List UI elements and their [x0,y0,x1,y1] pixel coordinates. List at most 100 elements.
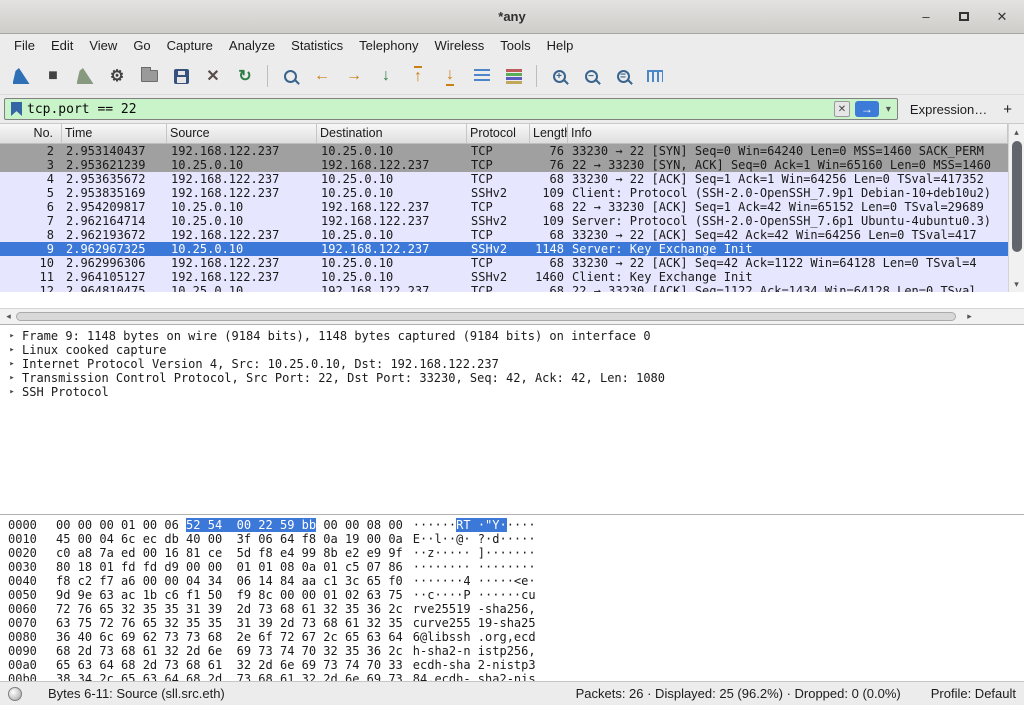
hex-row[interactable]: 0010 45 00 04 6c ec db 40 00 3f 06 64 f8… [8,532,1024,546]
column-header-length[interactable]: Length [530,124,568,143]
packet-row[interactable]: 4 2.953635672 192.168.122.237 10.25.0.10… [0,172,1008,186]
close-button[interactable]: ✕ [990,5,1014,29]
hex-row[interactable]: 0050 9d 9e 63 ac 1b c6 f1 50 f9 8c 00 00… [8,588,1024,602]
packet-list-vertical-scrollbar[interactable]: ▴ ▾ [1008,124,1024,292]
hex-row[interactable]: 0080 36 40 6c 69 62 73 73 68 2e 6f 72 67… [8,630,1024,644]
scroll-left-icon[interactable]: ◂ [1,309,16,323]
status-profile[interactable]: Profile: Default [931,686,1016,701]
detail-row[interactable]: ▸ Internet Protocol Version 4, Src: 10.2… [0,357,1024,371]
packet-row[interactable]: 8 2.962193672 192.168.122.237 10.25.0.10… [0,228,1008,242]
packet-row[interactable]: 3 2.953621239 10.25.0.10 192.168.122.237… [0,158,1008,172]
packet-row[interactable]: 5 2.953835169 192.168.122.237 10.25.0.10… [0,186,1008,200]
start-capture-icon[interactable] [8,63,34,89]
go-to-packet-icon[interactable]: ↓ [373,63,399,89]
go-back-icon[interactable]: ← [309,63,335,89]
menu-capture[interactable]: Capture [159,34,221,58]
detail-row[interactable]: ▸ Frame 9: 1148 bytes on wire (9184 bits… [0,329,1024,343]
detail-row[interactable]: ▸ Transmission Control Protocol, Src Por… [0,371,1024,385]
colorize-icon[interactable] [501,63,527,89]
add-filter-button[interactable]: + [997,101,1018,118]
packet-number: 3 [0,158,62,172]
packet-row[interactable]: 12 2.964810475 10.25.0.10 192.168.122.23… [0,284,1008,292]
go-forward-icon[interactable]: → [341,63,367,89]
detail-row[interactable]: ▸ Linux cooked capture [0,343,1024,357]
packet-row[interactable]: 7 2.962164714 10.25.0.10 192.168.122.237… [0,214,1008,228]
column-header-source[interactable]: Source [167,124,317,143]
menu-file[interactable]: File [6,34,43,58]
expand-arrow-icon[interactable]: ▸ [6,343,18,357]
hex-row[interactable]: 0070 63 75 72 76 65 32 35 35 31 39 2d 73… [8,616,1024,630]
maximize-button[interactable] [952,5,976,29]
hex-row[interactable]: 00b0 38 34 2c 65 63 64 68 2d 73 68 61 32… [8,672,1024,681]
expert-info-icon[interactable] [8,687,22,701]
stop-capture-icon[interactable]: ■ [40,63,66,89]
column-header-destination[interactable]: Destination [317,124,467,143]
scroll-right-icon[interactable]: ▸ [962,309,977,323]
filter-bookmark-icon[interactable] [11,102,22,116]
resize-columns-icon[interactable] [642,63,668,89]
packet-row[interactable]: 2 2.953140437 192.168.122.237 10.25.0.10… [0,144,1008,158]
display-filter-input[interactable] [27,102,834,117]
packet-source: 192.168.122.237 [167,172,317,186]
packet-row[interactable]: 9 2.962967325 10.25.0.10 192.168.122.237… [0,242,1008,256]
expand-arrow-icon[interactable]: ▸ [6,357,18,371]
hex-row[interactable]: 0090 68 2d 73 68 61 32 2d 6e 69 73 74 70… [8,644,1024,658]
hex-row[interactable]: 0000 00 00 00 01 00 06 52 54 00 22 59 bb… [8,518,1024,532]
filter-clear-icon[interactable]: ✕ [834,101,850,117]
expand-arrow-icon[interactable]: ▸ [6,385,18,399]
menu-analyze[interactable]: Analyze [221,34,283,58]
minimize-button[interactable]: – [914,5,938,29]
menu-go[interactable]: Go [125,34,158,58]
packet-protocol: TCP [467,158,530,172]
hex-row[interactable]: 0060 72 76 65 32 35 35 31 39 2d 73 68 61… [8,602,1024,616]
open-file-icon[interactable] [136,63,162,89]
menu-telephony[interactable]: Telephony [351,34,426,58]
find-packet-icon[interactable] [277,63,303,89]
close-file-icon[interactable]: ✕ [200,63,226,89]
window-controls: – ✕ [914,5,1024,29]
packet-list-horizontal-scrollbar[interactable]: ◂ ▸ [0,308,1024,324]
scroll-down-icon[interactable]: ▾ [1009,277,1024,291]
hex-row[interactable]: 0020 c0 a8 7a ed 00 16 81 ce 5d f8 e4 99… [8,546,1024,560]
filter-apply-icon[interactable]: → [855,101,879,117]
display-filter-field[interactable]: ✕ → ▾ [4,98,898,120]
zoom-in-icon[interactable]: + [546,63,572,89]
vertical-scroll-thumb[interactable] [1012,141,1022,252]
zoom-reset-icon[interactable]: = [610,63,636,89]
menu-help[interactable]: Help [539,34,582,58]
toolbar-separator[interactable] [536,65,537,87]
restart-capture-icon[interactable] [72,63,98,89]
expand-arrow-icon[interactable]: ▸ [6,371,18,385]
capture-options-icon[interactable]: ⚙ [104,63,130,89]
expand-arrow-icon[interactable]: ▸ [6,329,18,343]
column-header-no[interactable]: No. [0,124,62,143]
menu-tools[interactable]: Tools [492,34,538,58]
go-first-packet-icon[interactable]: ↑ [405,63,431,89]
toolbar-separator[interactable] [267,65,268,87]
menu-view[interactable]: View [81,34,125,58]
hex-row[interactable]: 0030 80 18 01 fd fd d9 00 00 01 01 08 0a… [8,560,1024,574]
hex-ascii: 84,ecdh- sha2-nis [413,672,536,681]
detail-row[interactable]: ▸ SSH Protocol [0,385,1024,399]
filter-dropdown-icon[interactable]: ▾ [884,104,893,115]
horizontal-scroll-thumb[interactable] [16,312,956,321]
expression-button[interactable]: Expression… [898,102,997,117]
auto-scroll-icon[interactable] [469,63,495,89]
packet-row[interactable]: 11 2.964105127 192.168.122.237 10.25.0.1… [0,270,1008,284]
column-header-time[interactable]: Time [62,124,167,143]
packet-row[interactable]: 6 2.954209817 10.25.0.10 192.168.122.237… [0,200,1008,214]
hex-row[interactable]: 00a0 65 63 64 68 2d 73 68 61 32 2d 6e 69… [8,658,1024,672]
go-last-packet-icon[interactable]: ↓ [437,63,463,89]
menu-wireless[interactable]: Wireless [426,34,492,58]
packet-row[interactable]: 10 2.962996306 192.168.122.237 10.25.0.1… [0,256,1008,270]
menu-edit[interactable]: Edit [43,34,81,58]
scroll-up-icon[interactable]: ▴ [1009,125,1024,139]
menu-statistics[interactable]: Statistics [283,34,351,58]
column-header-protocol[interactable]: Protocol [467,124,530,143]
zoom-out-icon[interactable]: − [578,63,604,89]
packet-destination: 10.25.0.10 [317,172,467,186]
hex-row[interactable]: 0040 f8 c2 f7 a6 00 00 04 34 06 14 84 aa… [8,574,1024,588]
save-file-icon[interactable] [168,63,194,89]
column-header-info[interactable]: Info [568,124,1008,143]
reload-file-icon[interactable]: ↻ [232,63,258,89]
